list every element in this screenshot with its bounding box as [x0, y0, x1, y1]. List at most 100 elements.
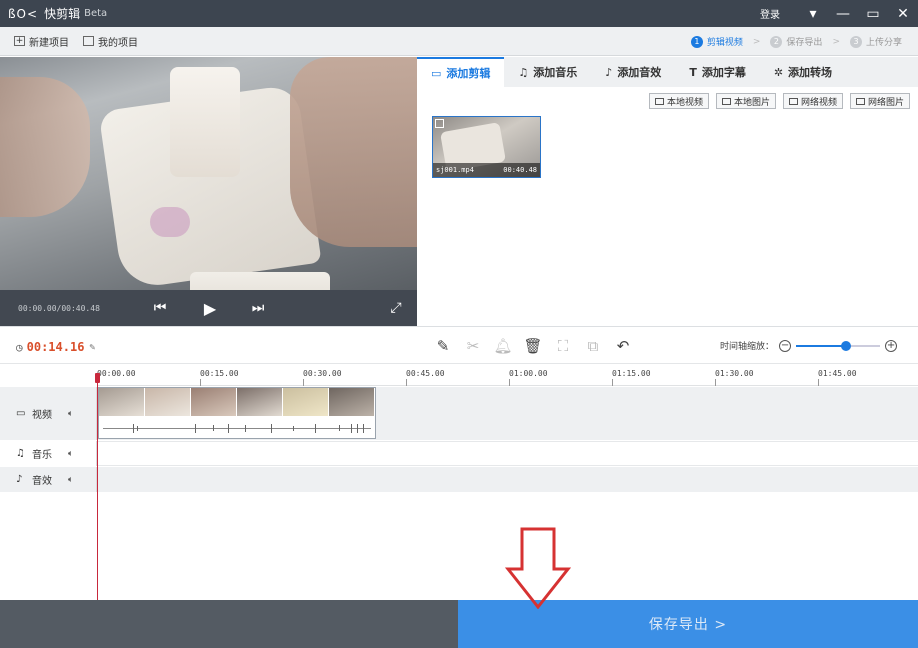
login-link[interactable]: 登录 [760, 6, 780, 21]
preview-frame-cup-top [170, 67, 240, 177]
clip-frame [329, 388, 375, 416]
sound-effect-icon: ♪ [605, 65, 613, 79]
button-label: 本地视频 [666, 97, 703, 108]
clock-icon: ◷ [16, 340, 23, 354]
save-export-label: 保存导出 > [648, 617, 728, 633]
tab-add-clip[interactable]: ▭ 添加剪辑 [417, 57, 505, 87]
speaker-icon[interactable]: 🔈︎ [68, 449, 73, 459]
button-label: 网络图片 [867, 97, 904, 108]
step-share[interactable]: 3 上传分享 [849, 35, 902, 48]
player-controls: 00:00.00/00:40.48 ⏮ ▶ ⏭ ⤢ [0, 290, 417, 326]
clip-frame [283, 388, 329, 416]
previous-frame-icon[interactable]: ⏮ [150, 298, 170, 318]
undo-icon[interactable]: ↶ [608, 336, 638, 356]
zoom-in-icon[interactable]: + [885, 339, 898, 352]
local-video-button[interactable]: 本地视频 [648, 93, 709, 109]
zoom-slider[interactable] [796, 340, 881, 351]
copy-icon[interactable]: ⧉ [578, 336, 608, 356]
timeline-video-clip[interactable] [98, 387, 376, 439]
beta-label: Beta [84, 8, 108, 19]
tab-add-subtitle[interactable]: T 添加字幕 [675, 57, 760, 87]
media-tabs: ▭ 添加剪辑 ♫ 添加音乐 ♪ 添加音效 T 添加字幕 ✲ 添加转场 [417, 57, 918, 87]
tab-add-sound-effect[interactable]: ♪ 添加音效 [591, 57, 675, 87]
waveform-bar [213, 425, 214, 431]
button-label: 网络视频 [800, 97, 837, 108]
ruler-tick: 01:00.00 [509, 369, 548, 386]
waveform-bar [315, 424, 316, 433]
app-title: 快剪辑 [44, 7, 81, 21]
new-project-label: 新建项目 [29, 37, 69, 49]
minimize-icon[interactable]: — [828, 0, 858, 27]
clip-frame [191, 388, 237, 416]
speaker-icon[interactable]: 🔈︎ [68, 475, 73, 485]
image-file-icon [721, 97, 731, 105]
zoom-slider-knob[interactable] [841, 340, 852, 351]
waveform-bar [357, 424, 358, 433]
bell-icon[interactable]: 🔔︎ [488, 336, 518, 356]
time-ruler[interactable]: 00:00.00 00:15.00 00:30.00 00:45.00 01:0… [97, 364, 918, 386]
tab-label: 添加音效 [617, 66, 662, 79]
crop-icon[interactable]: ⛶ [548, 336, 578, 356]
cut-icon[interactable]: ✂ [458, 336, 488, 356]
timeline-toolbar: ◷ 00:14.16 ✎ ✎ ✂ 🔔︎ 🗑︎ ⛶ ⧉ ↶ 时间轴缩放： − + [0, 326, 918, 364]
edit-tools: ✎ ✂ 🔔︎ 🗑︎ ⛶ ⧉ ↶ [428, 336, 638, 356]
playhead-line[interactable] [97, 374, 98, 600]
my-projects-label: 我的项目 [98, 37, 138, 49]
local-image-button[interactable]: 本地图片 [715, 93, 776, 109]
sound-effect-track-icon: ♪ [16, 474, 23, 485]
online-video-button[interactable]: 网络视频 [782, 93, 843, 109]
tab-label: 添加转场 [788, 66, 833, 79]
maximize-icon[interactable]: ▭ [858, 0, 888, 27]
empty-track-header [0, 493, 97, 600]
checkbox[interactable] [435, 119, 444, 128]
video-file-icon [654, 97, 664, 105]
media-clip-thumbnail[interactable]: sj001.mp4 00:40.48 [432, 116, 541, 178]
sound-effect-track[interactable] [97, 467, 918, 492]
tab-add-music[interactable]: ♫ 添加音乐 [504, 57, 591, 87]
edit-pencil-icon[interactable]: ✎ [428, 336, 458, 356]
timeline: 00:00.00 00:15.00 00:30.00 00:45.00 01:0… [0, 364, 918, 600]
waveform-bar [339, 425, 340, 431]
video-preview[interactable] [0, 57, 417, 290]
close-icon[interactable]: ✕ [888, 0, 918, 27]
speaker-icon[interactable]: 🔈︎ [68, 409, 73, 419]
delete-icon[interactable]: 🗑︎ [518, 336, 548, 356]
preview-time: 00:00.00/00:40.48 [18, 303, 100, 313]
preview-frame-hand-right [290, 57, 417, 247]
next-frame-icon[interactable]: ⏭ [248, 298, 268, 318]
current-time: ◷ 00:14.16 ✎ [16, 340, 95, 354]
waveform-bar [228, 424, 229, 433]
tab-add-transition[interactable]: ✲ 添加转场 [760, 57, 846, 87]
current-time-value: 00:14.16 [26, 340, 85, 354]
new-project-button[interactable]: + 新建项目 [14, 34, 69, 49]
ruler-tick: 01:30.00 [715, 369, 754, 386]
ruler-tick: 01:45.00 [818, 369, 857, 386]
play-icon[interactable]: ▶ [200, 298, 220, 318]
app-logo: ßO< [8, 6, 39, 21]
top-toolbar: + 新建项目 我的项目 1 剪辑视频 > 2 保存导出 > 3 上传分享 [0, 27, 918, 56]
clip-frame [237, 388, 283, 416]
my-projects-button[interactable]: 我的项目 [83, 34, 138, 49]
zoom-slider-fill [796, 344, 847, 347]
edit-time-icon[interactable]: ✎ [89, 342, 95, 353]
media-library: 本地视频 本地图片 网络视频 网络图片 sj001.mp4 00:40.48 [417, 87, 918, 326]
music-track[interactable] [97, 441, 918, 466]
tab-label: 添加剪辑 [446, 67, 491, 80]
step-label: 保存导出 [786, 38, 823, 48]
music-track-icon: ♫ [16, 448, 25, 459]
workflow-steps: 1 剪辑视频 > 2 保存导出 > 3 上传分享 [690, 27, 902, 56]
ruler-tick: 00:45.00 [406, 369, 445, 386]
music-icon: ♫ [518, 65, 529, 79]
step-edit[interactable]: 1 剪辑视频 [690, 35, 743, 48]
fullscreen-icon[interactable]: ⤢ [386, 298, 406, 318]
menu-dropdown-icon[interactable]: ▾ [798, 0, 828, 27]
track-label: 音效 [32, 476, 52, 487]
timeline-zoom: 时间轴缩放： − + [720, 339, 902, 352]
online-image-button[interactable]: 网络图片 [849, 93, 910, 109]
step-export[interactable]: 2 保存导出 [770, 35, 822, 48]
step-number: 2 [770, 35, 783, 48]
zoom-out-icon[interactable]: − [779, 339, 792, 352]
clip-frames [99, 388, 375, 416]
tab-label: 添加字幕 [701, 66, 746, 79]
ruler-tick: 00:00.00 [97, 369, 136, 386]
